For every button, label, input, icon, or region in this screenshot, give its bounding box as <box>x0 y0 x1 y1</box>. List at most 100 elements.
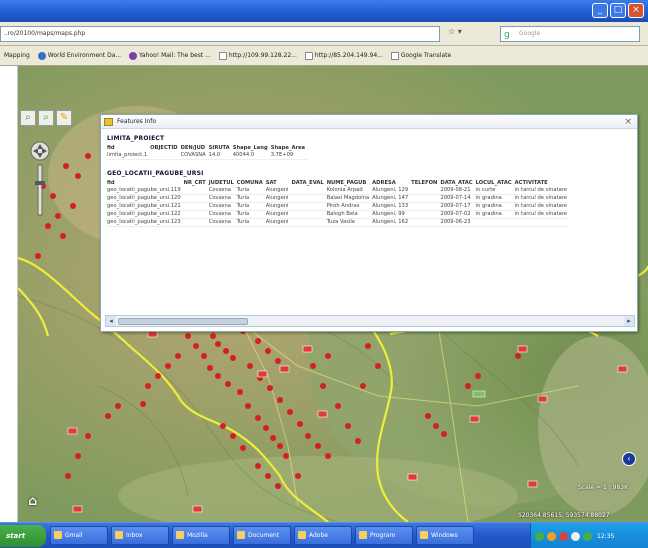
table-cell: 2009-07-02 <box>440 210 476 219</box>
table-cell: 14.0 <box>208 152 233 160</box>
popup-titlebar[interactable]: Features Info <box>101 115 637 129</box>
table-cell <box>411 194 441 203</box>
taskbar-item[interactable]: Inbox <box>111 526 169 545</box>
taskbar-item-label: Windows <box>431 532 458 539</box>
column-header: TELEFON <box>411 180 438 186</box>
bookmark-item[interactable]: http://109.99.128.22... <box>218 51 297 60</box>
scrollbar-thumb[interactable] <box>118 318 248 325</box>
table-cell: 3.7E+09 <box>270 152 309 160</box>
compass-icon[interactable]: ‹ <box>622 452 636 466</box>
taskbar: start Gmail Inbox Mozilla Document Adobe Prog… <box>0 522 648 548</box>
taskbar-item[interactable]: Adobe <box>294 526 352 545</box>
search-placeholder: Google <box>519 30 541 37</box>
page-icon <box>390 51 399 60</box>
table-cell: 2009-07-14 <box>440 194 476 203</box>
table-cell <box>411 210 441 219</box>
table-cell: Tuza Vasile <box>326 218 373 227</box>
table-cell <box>291 187 327 195</box>
column-header: ACTIVITATE <box>514 180 548 186</box>
table-cell: Balasi Magdolna <box>326 194 373 203</box>
close-window-button[interactable]: × <box>628 3 644 18</box>
table-cell: Covasna <box>208 187 237 195</box>
table-row: geo_locatii_pagube_ursi.120 Covasna Turia A… <box>107 194 571 203</box>
scroll-left-icon[interactable]: ◂ <box>106 316 116 326</box>
taskbar-item[interactable]: Program <box>355 526 413 545</box>
table-cell: Alungeni <box>265 210 292 219</box>
bookmark-item[interactable]: http://85.204.149.94... <box>304 51 383 60</box>
column-header: DEN/JUD <box>180 145 206 151</box>
update-icon[interactable] <box>583 531 592 541</box>
search-input[interactable]: g Google <box>500 26 640 42</box>
taskbar-item-label: Mozilla <box>187 532 208 539</box>
table-header-row: fid OBJECTID DEN/JUD SIRUTA Shape_Leng S… <box>107 145 308 152</box>
table-cell <box>411 187 441 195</box>
table-cell <box>183 202 209 211</box>
table-header-row: fid NR_CRT JUDETUL COMUNA SAT DATA_EVAL NUME_P… <box>107 180 570 187</box>
google-icon: g <box>504 30 510 40</box>
maximize-button[interactable]: □ <box>610 3 626 18</box>
app-icon <box>237 531 245 539</box>
zoom-out-icon[interactable]: ⌕ <box>38 110 54 126</box>
taskbar-item-label: Program <box>370 532 396 539</box>
table-row: limita_proiect.1 COVASNA 14.0 40044.0 3.7E+0… <box>107 152 309 160</box>
column-header: LOCUL_ATAC <box>475 180 512 186</box>
table-cell <box>183 187 209 195</box>
popup-body: LIMITA_PROIECT fid OBJECTID DEN/JUD SIRU… <box>105 133 635 311</box>
table-row: geo_locatii_pagube_ursi.121 Covasna Turia A… <box>107 202 571 211</box>
address-bar[interactable]: ..ro/20100/maps/maps.php <box>0 26 440 42</box>
table-cell: in tarcul de vinatare <box>514 210 571 219</box>
column-header: SIRUTA <box>208 145 230 151</box>
minimize-button[interactable]: _ <box>592 3 608 18</box>
taskbar-item-label: Adobe <box>309 532 328 539</box>
app-icon <box>54 531 62 539</box>
taskbar-item-label: Document <box>248 532 280 539</box>
taskbar-item[interactable]: Document <box>233 526 291 545</box>
taskbar-item[interactable]: Windows <box>416 526 474 545</box>
app-icon <box>176 531 184 539</box>
app-icon <box>359 531 367 539</box>
network-icon[interactable] <box>535 531 544 541</box>
taskbar-item[interactable]: Gmail <box>50 526 108 545</box>
antivirus-icon[interactable] <box>559 531 568 541</box>
bookmark-item[interactable]: Yahoo! Mail: The best ... <box>129 51 211 60</box>
table-cell: Alungeni <box>265 202 292 211</box>
volume-icon[interactable] <box>571 531 580 541</box>
layer-title: GEO_LOCATII_PAGUBE_URSI <box>107 170 204 177</box>
bookmark-item[interactable]: Mapping <box>4 52 30 59</box>
clock: 12:35 <box>597 532 615 540</box>
table-cell: Kolonia Arpad <box>326 187 373 195</box>
table-cell: 2009-08-21 <box>440 187 476 195</box>
coordinate-readout: 520364.85615, 593574.88027 <box>518 512 610 519</box>
info-tool-icon[interactable]: ✎ <box>56 110 72 126</box>
table-cell: 2009-07-17 <box>440 202 476 211</box>
column-header: fid <box>107 145 115 151</box>
bookmark-item[interactable]: World Environment Da... <box>37 51 121 60</box>
globe-icon <box>37 51 46 60</box>
table-cell: geo_locatii_pagube_ursi.120 <box>107 194 184 203</box>
security-icon[interactable] <box>547 531 556 541</box>
bookmarks-toolbar: Mapping World Environment Da... Yahoo! M… <box>0 46 648 66</box>
layer-title: LIMITA_PROIECT <box>107 135 165 142</box>
table-cell <box>291 210 327 219</box>
start-button[interactable]: start <box>0 525 46 547</box>
table-cell: Covasna <box>208 194 237 203</box>
scroll-right-icon[interactable]: ▸ <box>624 316 634 326</box>
table-cell <box>411 202 441 211</box>
table-cell: Alungeni, 133 <box>372 202 412 211</box>
close-icon[interactable]: × <box>624 116 632 128</box>
table-cell: in tarcul de vinatare <box>514 194 571 203</box>
column-header: NR_CRT <box>183 180 206 186</box>
taskbar-item[interactable]: Mozilla <box>172 526 230 545</box>
table-cell: limita_proiect.1 <box>107 152 151 160</box>
bookmark-item[interactable]: Google Translate <box>390 51 451 60</box>
map-toolbar: ⌕ ⌕ ✎ <box>20 110 72 126</box>
table-cell: COVASNA <box>180 152 209 160</box>
column-header: DATA_EVAL <box>291 180 324 186</box>
zoom-in-icon[interactable]: ⌕ <box>20 110 36 126</box>
column-header: ADRESA <box>372 180 396 186</box>
horizontal-scrollbar[interactable]: ◂ ▸ <box>105 315 635 327</box>
table-row: geo_locatii_pagube_ursi.122 Covasna Turia A… <box>107 210 571 219</box>
bookmark-star-icon[interactable]: ☆ ▾ <box>448 27 462 36</box>
column-header: JUDETUL <box>208 180 234 186</box>
column-header: Shape_Area <box>270 145 306 151</box>
